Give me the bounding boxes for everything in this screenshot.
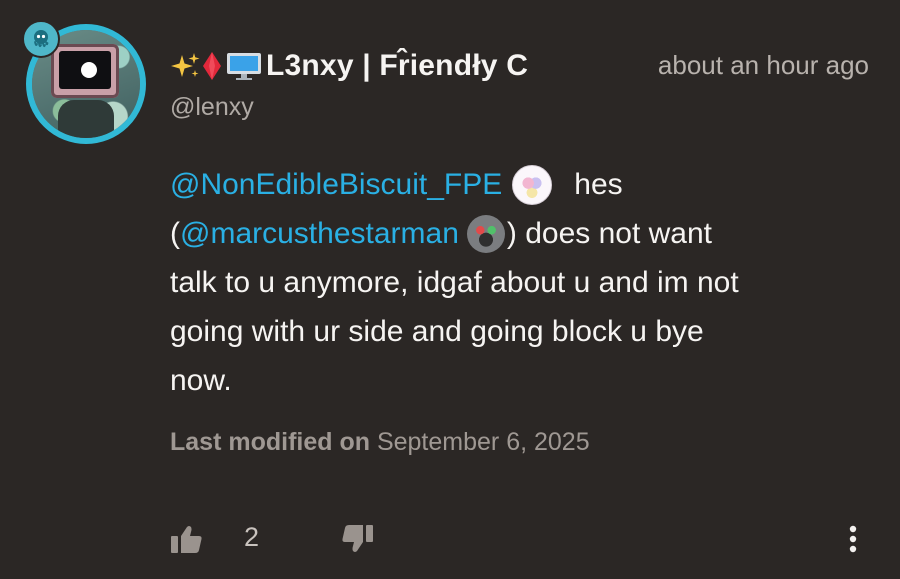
- message-text: (: [170, 217, 180, 250]
- thumbs-up-icon: [171, 526, 202, 553]
- message-text: talk to u anymore, idgaf about u and im …: [170, 266, 739, 299]
- last-modified-label: Last modified on: [170, 428, 370, 456]
- author-name[interactable]: L3nxy | Fr̂iendły C: [170, 48, 596, 84]
- author-display-name[interactable]: L3nxy | Fr̂iendły C: [266, 49, 528, 83]
- computer-monitor-icon: [226, 51, 262, 81]
- sparkles-icon: [170, 51, 200, 81]
- mention-avatar-icon[interactable]: [466, 214, 505, 253]
- last-modified-date: September 6, 2025: [376, 428, 590, 456]
- more-vertical-icon: [849, 525, 857, 553]
- message-text: now.: [170, 364, 232, 397]
- author-avatar-container[interactable]: [22, 20, 150, 148]
- like-count: 2: [244, 522, 260, 552]
- message-line: talk to u anymore, idgaf about u and im …: [170, 258, 875, 307]
- mention-link[interactable]: @marcusthestarman: [180, 209, 459, 258]
- like-button[interactable]: [170, 524, 204, 554]
- monitor-character-icon: [51, 44, 119, 98]
- post-message: @NonEdibleBiscuit_FPE hes (@marcusthesta…: [170, 160, 875, 405]
- thumbs-down-icon: [342, 525, 373, 552]
- dislike-button[interactable]: [340, 524, 374, 554]
- monitor-screen: [59, 51, 111, 89]
- last-modified: Last modified on September 6, 2025: [170, 428, 590, 457]
- avatar-body: [58, 100, 114, 138]
- mention-avatar-icon[interactable]: [512, 164, 553, 205]
- message-text: going with ur side and going block u bye: [170, 315, 704, 348]
- message-line: (@marcusthestarman ) does not want: [170, 209, 875, 258]
- mention-link[interactable]: @NonEdibleBiscuit_FPE: [170, 160, 502, 209]
- monitor-eye: [81, 62, 97, 78]
- octopus-badge-icon: [22, 20, 60, 58]
- message-line: now.: [170, 356, 875, 405]
- message-text: ) does not want: [506, 217, 713, 250]
- author-handle[interactable]: @lenxy: [170, 93, 254, 122]
- message-line: @NonEdibleBiscuit_FPE hes: [170, 160, 875, 209]
- message-text: hes: [574, 168, 623, 201]
- red-diamond-icon: [202, 51, 222, 81]
- message-line: going with ur side and going block u bye: [170, 307, 875, 356]
- more-options-button[interactable]: [844, 522, 862, 556]
- post-timestamp: about an hour ago: [657, 50, 869, 80]
- post-header: L3nxy | Fr̂iendły C about an hour ago: [170, 44, 875, 84]
